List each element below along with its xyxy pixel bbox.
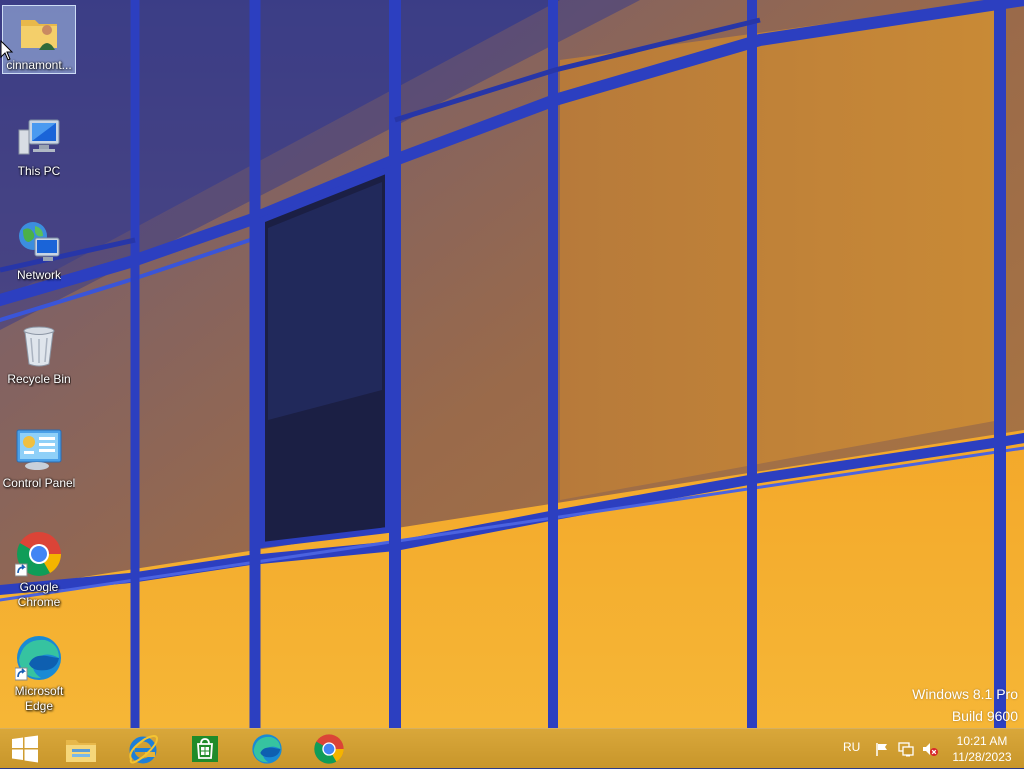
- microsoft-edge-icon: [15, 636, 61, 681]
- desktop-icon-microsoft-edge[interactable]: Microsoft Edge: [2, 632, 76, 714]
- taskbar-google-chrome-button[interactable]: [304, 729, 354, 769]
- desktop-icon-label: Network: [16, 268, 61, 282]
- watermark-edition: Windows 8.1 Pro: [912, 686, 1018, 702]
- taskbar-store-button[interactable]: [180, 729, 230, 769]
- control-panel-icon: [16, 429, 62, 470]
- desktop-wallpaper: [0, 0, 1024, 768]
- file-explorer-icon: [66, 740, 96, 762]
- start-button[interactable]: [0, 729, 50, 769]
- google-chrome-icon: [15, 532, 61, 577]
- desktop-icon-label: Google Chrome: [17, 580, 61, 609]
- clock-date: 11/28/2023: [952, 750, 1012, 764]
- taskbar-microsoft-edge-button[interactable]: [242, 729, 292, 769]
- desktop-icon-label: This PC: [17, 164, 61, 178]
- google-chrome-icon: [314, 734, 344, 764]
- desktop-icon-label: Recycle Bin: [7, 372, 71, 386]
- user-folder-icon: [21, 20, 57, 50]
- watermark-build: Build 9600: [951, 708, 1018, 724]
- taskbar-file-explorer-button[interactable]: [56, 729, 106, 769]
- speaker-muted-icon[interactable]: [922, 741, 938, 757]
- desktop-icon-control-panel[interactable]: Control Panel: [2, 424, 76, 491]
- this-pc-icon: [18, 119, 60, 155]
- windows-version-watermark: Windows 8.1 Pro Build 9600: [912, 683, 1018, 727]
- store-icon: [192, 736, 218, 762]
- input-language-indicator[interactable]: RU: [843, 740, 860, 754]
- microsoft-edge-icon: [252, 734, 282, 764]
- desktop-icon-recycle-bin[interactable]: Recycle Bin: [2, 320, 76, 387]
- mouse-cursor-icon: [0, 40, 14, 61]
- system-clock[interactable]: 10:21 AM 11/28/2023: [946, 733, 1018, 765]
- desktop-icon-this-pc[interactable]: This PC: [2, 112, 76, 179]
- network-tray-icon[interactable]: [898, 741, 914, 757]
- desktop-icon-label: Microsoft Edge: [14, 684, 64, 713]
- taskbar-internet-explorer-button[interactable]: [118, 729, 168, 769]
- desktop-icon-google-chrome[interactable]: Google Chrome: [2, 528, 76, 610]
- clock-time: 10:21 AM: [956, 734, 1008, 748]
- taskbar: RU 10:21 AM 11/28/2023: [0, 728, 1024, 768]
- desktop-icon-label: Control Panel: [2, 476, 76, 490]
- recycle-bin-icon: [23, 326, 55, 367]
- windows-logo-icon: [12, 735, 38, 763]
- internet-explorer-icon: [129, 735, 159, 764]
- network-icon: [19, 222, 60, 261]
- desktop-icon-network[interactable]: Network: [2, 216, 76, 283]
- action-center-flag-icon[interactable]: [874, 741, 890, 757]
